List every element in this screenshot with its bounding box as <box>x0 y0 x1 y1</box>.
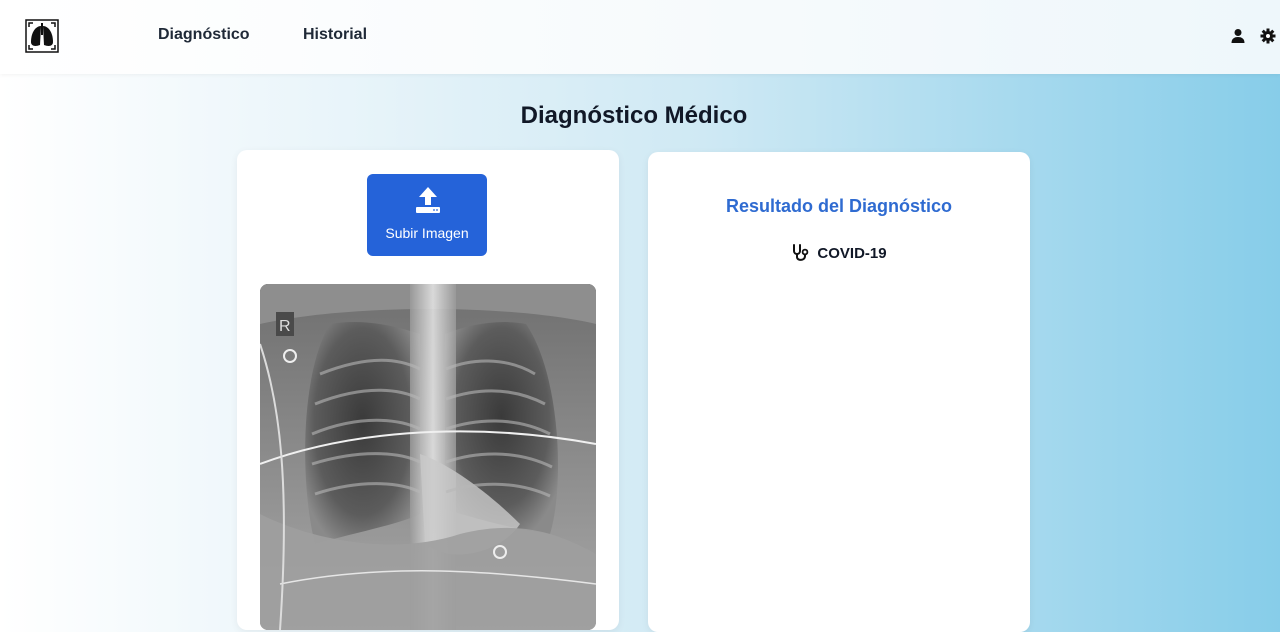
navbar: Diagnóstico Historial <box>0 0 1280 74</box>
user-icon[interactable] <box>1230 28 1246 44</box>
nav-link-diagnostico[interactable]: Diagnóstico <box>158 26 250 44</box>
upload-image-button[interactable]: Subir Imagen <box>367 174 487 256</box>
result-card: Resultado del Diagnóstico COVID-19 <box>648 152 1030 632</box>
upload-card: Subir Imagen R <box>237 150 619 630</box>
stethoscope-icon <box>793 244 809 261</box>
result-row: COVID-19 <box>648 242 1030 264</box>
result-value: COVID-19 <box>817 244 887 262</box>
lungs-xray-logo-icon[interactable] <box>24 18 60 54</box>
nav-link-historial[interactable]: Historial <box>303 26 367 44</box>
upload-image-label: Subir Imagen <box>385 225 469 241</box>
xray-side-marker: R <box>279 318 291 335</box>
gear-icon[interactable] <box>1260 28 1276 44</box>
result-title: Resultado del Diagnóstico <box>725 196 953 216</box>
page-title: Diagnóstico Médico <box>520 102 748 129</box>
chest-xray-image: R <box>260 284 596 630</box>
upload-icon <box>416 187 440 213</box>
